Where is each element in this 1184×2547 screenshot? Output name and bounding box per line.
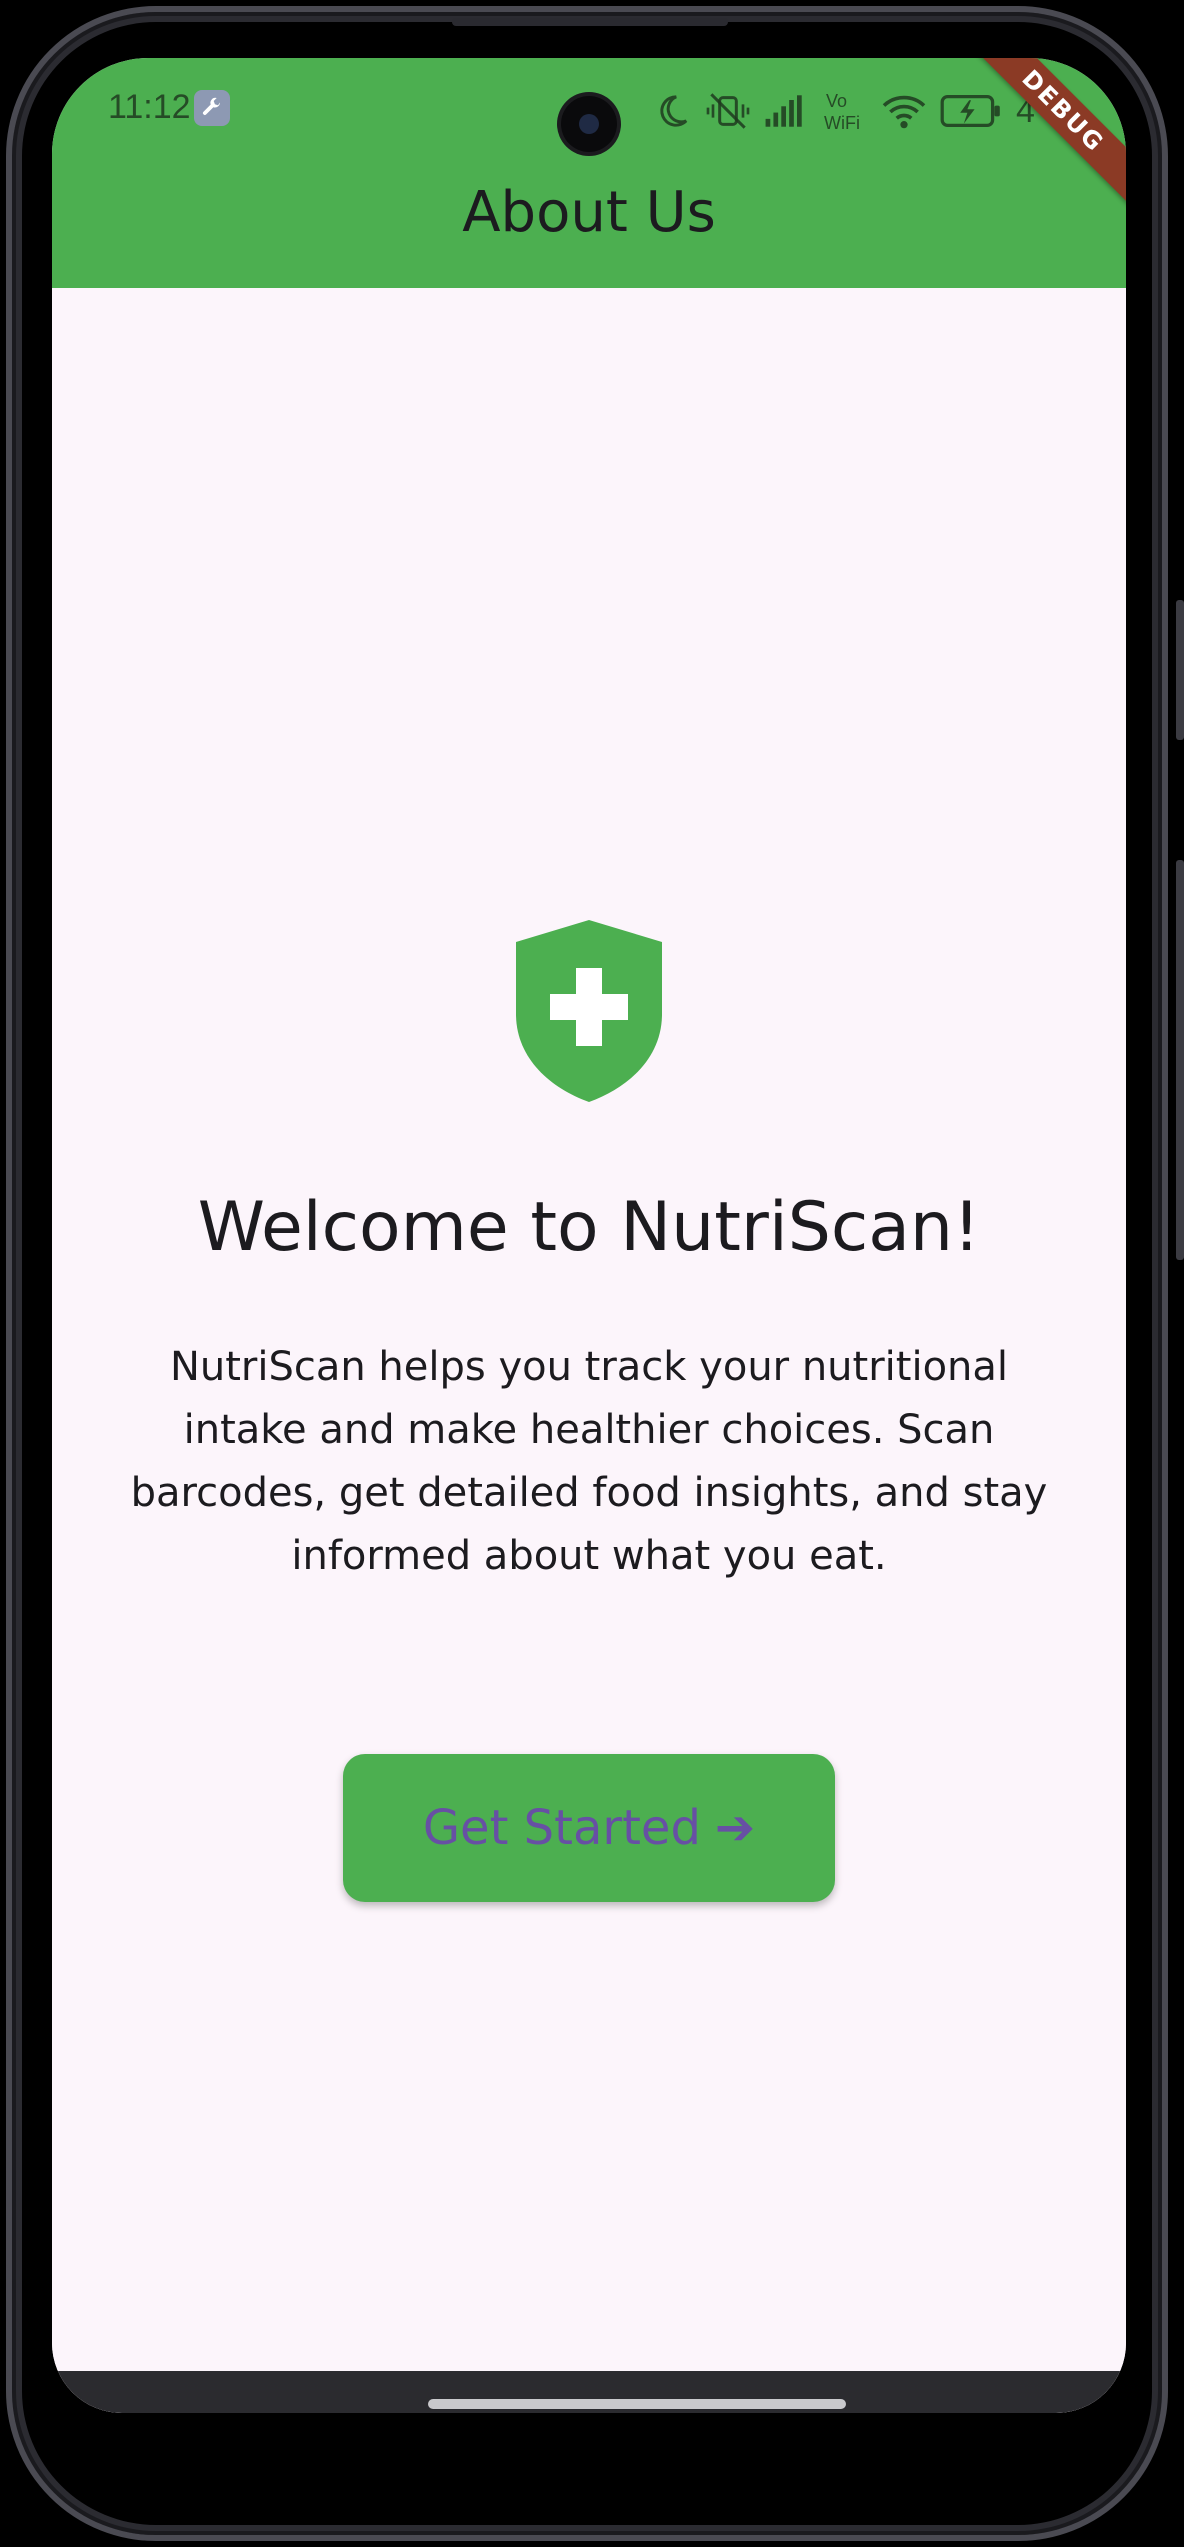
phone-frame: 11:12 Vo WiFi 4 DEBUG About Us Welcome t…	[0, 0, 1184, 2547]
vowifi-bottom: WiFi	[824, 113, 860, 133]
volume-button	[1176, 600, 1184, 740]
page-title: About Us	[462, 180, 716, 245]
vowifi-top: Vo	[826, 91, 847, 111]
get-started-label: Get Started	[422, 1800, 701, 1856]
welcome-heading: Welcome to NutriScan!	[197, 1188, 981, 1267]
app-description: NutriScan helps you track your nutrition…	[130, 1344, 1048, 1579]
moon-icon	[660, 95, 688, 127]
about-content: Welcome to NutriScan! NutriScan helps yo…	[52, 288, 1126, 2413]
navigation-bar	[52, 2371, 1126, 2413]
home-indicator[interactable]	[428, 2399, 846, 2409]
earpiece-speaker	[452, 18, 728, 26]
arrow-right-icon: ➔	[714, 1800, 756, 1856]
wifi-icon	[882, 95, 926, 129]
signal-icon	[765, 95, 802, 127]
shield-plus-icon	[516, 920, 662, 1102]
power-button	[1176, 1030, 1184, 1260]
app-bar: 11:12 Vo WiFi 4 DEBUG About Us	[52, 58, 1126, 288]
get-started-button[interactable]: Get Started ➔	[343, 1754, 835, 1902]
front-camera	[561, 96, 617, 152]
battery-charging-icon	[940, 94, 1000, 128]
status-icons: Vo WiFi 4	[652, 86, 1035, 136]
vowifi-icon: Vo WiFi	[824, 91, 860, 133]
screen: 11:12 Vo WiFi 4 DEBUG About Us Welcome t…	[52, 58, 1126, 2413]
vibrate-off-icon	[706, 93, 750, 129]
status-time: 11:12	[108, 88, 191, 126]
wrench-icon	[194, 90, 230, 126]
